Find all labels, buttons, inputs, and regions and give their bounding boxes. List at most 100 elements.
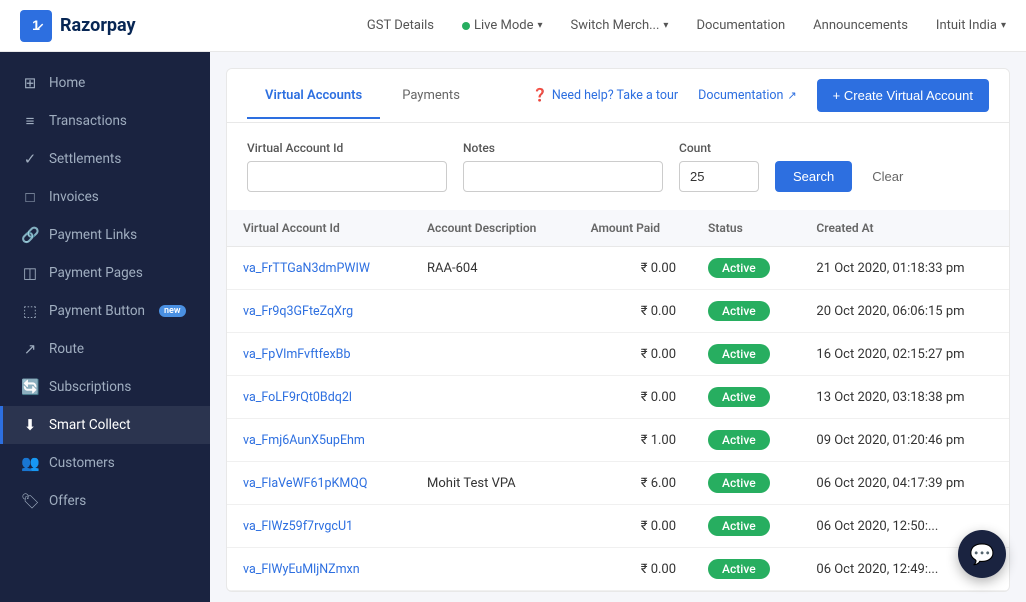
description-cell <box>411 333 575 376</box>
va-id-cell: va_FpVlmFvftfexBb <box>227 333 411 376</box>
status-cell: Active <box>692 376 800 419</box>
nav-switch-merch[interactable]: Switch Merch... ▾ <box>571 18 669 33</box>
sidebar-item-invoices[interactable]: □ Invoices <box>0 178 210 216</box>
amount-cell: ₹ 0.00 <box>575 333 692 376</box>
sidebar-item-payment-links[interactable]: 🔗 Payment Links <box>0 216 210 254</box>
amount-cell: ₹ 0.00 <box>575 505 692 548</box>
va-id-link[interactable]: va_FpVlmFvftfexBb <box>243 347 350 362</box>
amount-cell: ₹ 1.00 <box>575 419 692 462</box>
description-cell: RAA-604 <box>411 247 575 290</box>
logo-text: Razorpay <box>60 15 136 36</box>
tab-virtual-accounts[interactable]: Virtual Accounts <box>247 72 380 119</box>
table-row: va_FoLF9rQt0Bdq2l ₹ 0.00 Active 13 Oct 2… <box>227 376 1009 419</box>
va-id-cell: va_FlaVeWF61pKMQQ <box>227 462 411 505</box>
status-badge: Active <box>708 344 770 364</box>
table-row: va_Fr9q3GFteZqXrg ₹ 0.00 Active 20 Oct 2… <box>227 290 1009 333</box>
created-at-cell: 21 Oct 2020, 01:18:33 pm <box>800 247 1009 290</box>
offers-icon: 🏷 <box>21 492 39 510</box>
notes-input[interactable] <box>463 161 663 192</box>
status-badge: Active <box>708 387 770 407</box>
count-filter-group: Count <box>679 141 759 192</box>
sidebar-item-payment-button[interactable]: ⬚ Payment Button new <box>0 292 210 330</box>
table-row: va_FpVlmFvftfexBb ₹ 0.00 Active 16 Oct 2… <box>227 333 1009 376</box>
notes-filter-group: Notes <box>463 141 663 192</box>
sidebar-item-transactions[interactable]: ≡ Transactions <box>0 102 210 140</box>
va-id-link[interactable]: va_FlaVeWF61pKMQQ <box>243 476 368 491</box>
sidebar-item-home[interactable]: ⊞ Home <box>0 64 210 102</box>
route-icon: ↗ <box>21 340 39 358</box>
logo-icon: 1̷ <box>20 10 52 42</box>
status-cell: Active <box>692 419 800 462</box>
va-id-cell: va_FoLF9rQt0Bdq2l <box>227 376 411 419</box>
status-badge: Active <box>708 516 770 536</box>
col-va-id: Virtual Account Id <box>227 210 411 247</box>
logo[interactable]: 1̷ Razorpay <box>20 10 136 42</box>
help-tour-link[interactable]: ❓ Need help? Take a tour <box>532 88 678 103</box>
subscriptions-icon: 🔄 <box>21 378 39 396</box>
clear-button[interactable]: Clear <box>868 161 907 192</box>
new-badge: new <box>159 305 186 317</box>
va-id-link[interactable]: va_FlWyEuMljNZmxn <box>243 562 360 577</box>
smart-collect-icon: ⬇ <box>21 416 39 434</box>
count-label: Count <box>679 141 759 155</box>
va-id-link[interactable]: va_FrTTGaN3dmPWIW <box>243 261 370 276</box>
chat-fab[interactable]: 💬 <box>958 530 1006 578</box>
nav-intuit-india[interactable]: Intuit India ▾ <box>936 18 1006 33</box>
payment-links-icon: 🔗 <box>21 226 39 244</box>
va-id-link[interactable]: va_FlWz59f7rvgcU1 <box>243 519 353 534</box>
chevron-down-icon: ▾ <box>538 20 543 31</box>
status-badge: Active <box>708 559 770 579</box>
sidebar-item-subscriptions[interactable]: 🔄 Subscriptions <box>0 368 210 406</box>
documentation-link[interactable]: Documentation ↗ <box>698 88 797 103</box>
sidebar-item-settlements[interactable]: ✓ Settlements <box>0 140 210 178</box>
created-at-cell: 20 Oct 2020, 06:06:15 pm <box>800 290 1009 333</box>
sidebar-item-customers[interactable]: 👥 Customers <box>0 444 210 482</box>
create-virtual-account-button[interactable]: + Create Virtual Account <box>817 79 989 112</box>
count-input[interactable] <box>679 161 759 192</box>
description-cell <box>411 548 575 591</box>
sidebar-item-smart-collect[interactable]: ⬇ Smart Collect <box>0 406 210 444</box>
va-id-cell: va_FlWz59f7rvgcU1 <box>227 505 411 548</box>
va-id-label: Virtual Account Id <box>247 141 447 155</box>
nav-live-mode[interactable]: Live Mode ▾ <box>462 18 543 33</box>
table-row: va_Fmj6AunX5upEhm ₹ 1.00 Active 09 Oct 2… <box>227 419 1009 462</box>
va-id-input[interactable] <box>247 161 447 192</box>
status-badge: Active <box>708 430 770 450</box>
va-id-link[interactable]: va_FoLF9rQt0Bdq2l <box>243 390 352 405</box>
status-badge: Active <box>708 301 770 321</box>
tabs-bar: Virtual Accounts Payments ❓ Need help? T… <box>227 69 1009 123</box>
created-at-cell: 16 Oct 2020, 02:15:27 pm <box>800 333 1009 376</box>
va-id-filter-group: Virtual Account Id <box>247 141 447 192</box>
status-badge: Active <box>708 473 770 493</box>
status-badge: Active <box>708 258 770 278</box>
description-cell <box>411 419 575 462</box>
va-id-link[interactable]: va_Fr9q3GFteZqXrg <box>243 304 353 319</box>
nav-gst[interactable]: GST Details <box>367 18 434 33</box>
customers-icon: 👥 <box>21 454 39 472</box>
va-id-cell: va_Fr9q3GFteZqXrg <box>227 290 411 333</box>
nav-documentation[interactable]: Documentation <box>696 18 785 33</box>
chat-icon: 💬 <box>970 542 995 566</box>
va-id-cell: va_Fmj6AunX5upEhm <box>227 419 411 462</box>
virtual-accounts-table: Virtual Account Id Account Description A… <box>227 210 1009 591</box>
live-dot-icon <box>462 22 470 30</box>
settlements-icon: ✓ <box>21 150 39 168</box>
tab-payments[interactable]: Payments <box>384 72 478 119</box>
invoices-icon: □ <box>21 188 39 206</box>
search-button[interactable]: Search <box>775 161 852 192</box>
va-id-cell: va_FrTTGaN3dmPWIW <box>227 247 411 290</box>
col-status: Status <box>692 210 800 247</box>
chevron-down-icon: ▾ <box>1001 20 1006 31</box>
sidebar-item-offers[interactable]: 🏷 Offers <box>0 482 210 520</box>
sidebar-item-payment-pages[interactable]: ◫ Payment Pages <box>0 254 210 292</box>
col-description: Account Description <box>411 210 575 247</box>
nav-announcements[interactable]: Announcements <box>813 18 908 33</box>
amount-cell: ₹ 0.00 <box>575 290 692 333</box>
sidebar-item-route[interactable]: ↗ Route <box>0 330 210 368</box>
created-at-cell: 13 Oct 2020, 03:18:38 pm <box>800 376 1009 419</box>
amount-cell: ₹ 0.00 <box>575 548 692 591</box>
amount-cell: ₹ 6.00 <box>575 462 692 505</box>
help-icon: ❓ <box>532 88 548 103</box>
va-id-link[interactable]: va_Fmj6AunX5upEhm <box>243 433 365 448</box>
top-nav: 1̷ Razorpay GST Details Live Mode ▾ Swit… <box>0 0 1026 52</box>
